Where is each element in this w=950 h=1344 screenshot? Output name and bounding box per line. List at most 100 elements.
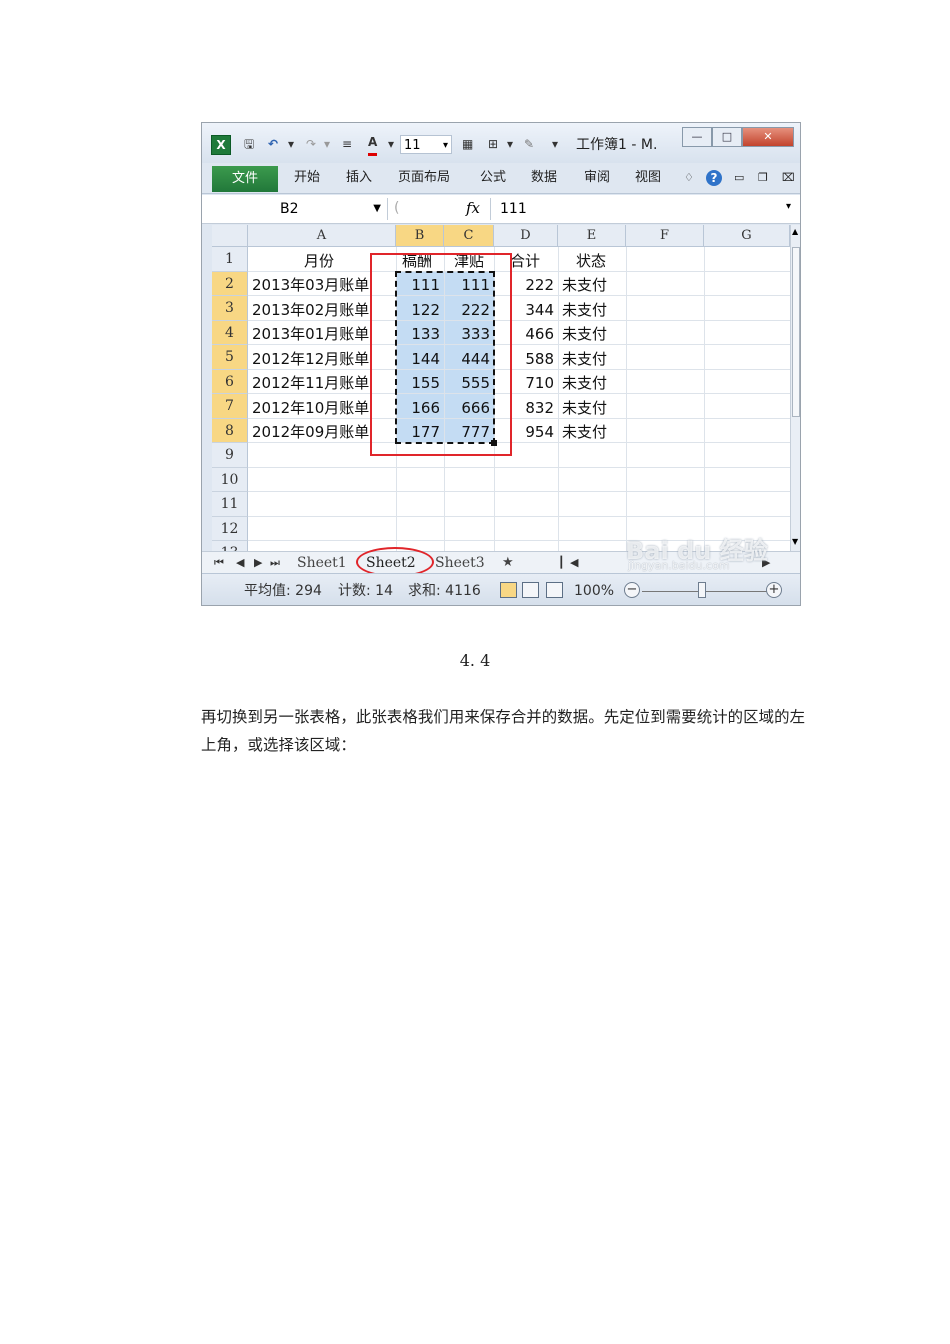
undo-dropdown-icon[interactable]: ▾: [288, 135, 294, 153]
column-header-d[interactable]: D: [494, 225, 558, 247]
name-box[interactable]: B2 ▼: [212, 198, 388, 220]
formula-expand-icon[interactable]: (: [394, 200, 399, 216]
ribbon-restore-icon[interactable]: ❐: [758, 168, 768, 188]
scroll-up-icon[interactable]: ▲: [792, 227, 798, 236]
prev-sheet-icon[interactable]: ◀: [236, 554, 244, 572]
ribbon-close-icon[interactable]: ⌧: [782, 168, 795, 188]
step-description: 再切换到另一张表格，此张表格我们用来保存合并的数据。先定位到需要统计的区域的左上…: [201, 708, 806, 754]
insert-sheet-icon[interactable]: ★: [502, 553, 514, 573]
select-all-corner[interactable]: [212, 225, 248, 247]
sheet-tab-3[interactable]: Sheet3: [435, 553, 485, 573]
cell-status[interactable]: 未支付: [562, 273, 626, 297]
cell-status[interactable]: 未支付: [562, 396, 626, 420]
redo-icon[interactable]: ↷: [306, 135, 316, 153]
zoom-in-button[interactable]: +: [766, 582, 782, 598]
font-size-value: 11: [404, 138, 421, 153]
undo-icon[interactable]: ↶: [268, 135, 278, 153]
column-header-g[interactable]: G: [704, 225, 790, 247]
zoom-out-button[interactable]: −: [624, 582, 640, 598]
ribbon-minimize-icon[interactable]: ▭: [734, 168, 744, 188]
minimize-button[interactable]: —: [682, 127, 712, 147]
border-icon[interactable]: ⊞: [488, 135, 498, 153]
column-header-e[interactable]: E: [558, 225, 626, 247]
tab-home[interactable]: 开始: [294, 168, 320, 188]
row-header-2[interactable]: 2: [212, 271, 248, 296]
gridline: [248, 491, 790, 492]
tab-data[interactable]: 数据: [531, 168, 557, 188]
font-size-field[interactable]: 11 ▾: [400, 135, 452, 154]
row-header-11[interactable]: 11: [212, 492, 248, 517]
formula-bar-expand-icon[interactable]: ▾: [786, 201, 791, 212]
status-sum: 求和: 4116: [408, 583, 481, 599]
first-sheet-icon[interactable]: ⏮: [214, 554, 224, 572]
help-icon[interactable]: ?: [706, 170, 722, 186]
cell-status[interactable]: 未支付: [562, 322, 626, 346]
tab-formulas[interactable]: 公式: [480, 168, 506, 188]
save-icon[interactable]: 🖫: [244, 135, 254, 153]
row-header-12[interactable]: 12: [212, 516, 248, 541]
formula-input[interactable]: 111: [500, 199, 527, 219]
tab-view[interactable]: 视图: [635, 168, 661, 188]
row-header-3[interactable]: 3: [212, 296, 248, 321]
excel-logo-icon: X: [211, 135, 231, 155]
fx-icon[interactable]: fx: [466, 199, 480, 217]
font-color-dropdown-icon[interactable]: ▾: [388, 135, 394, 153]
step-caption: 4. 4: [459, 651, 491, 670]
row-header-13[interactable]: 13: [212, 541, 248, 551]
merge-icon[interactable]: ▦: [462, 135, 473, 153]
header-total[interactable]: 合计: [510, 249, 540, 273]
font-size-dropdown-icon[interactable]: ▾: [443, 136, 448, 155]
customize-qat-icon[interactable]: ▾: [552, 135, 558, 153]
row-header-9[interactable]: 9: [212, 443, 248, 468]
formula-bar: B2 ▼ ( fx 111 ▾: [202, 195, 800, 224]
last-sheet-icon[interactable]: ⏭: [270, 554, 280, 572]
column-header-a[interactable]: A: [248, 225, 396, 247]
cell-status[interactable]: 未支付: [562, 420, 626, 444]
column-header-c[interactable]: C: [444, 225, 494, 247]
row-header-5[interactable]: 5: [212, 345, 248, 370]
zoom-level[interactable]: 100%: [574, 582, 614, 600]
next-sheet-icon[interactable]: ▶: [254, 554, 262, 572]
format-painter-icon[interactable]: ✎: [524, 135, 534, 153]
name-box-dropdown-icon[interactable]: ▼: [373, 198, 381, 220]
row-header-10[interactable]: 10: [212, 467, 248, 492]
cell-status[interactable]: 未支付: [562, 347, 626, 371]
sheet-tab-1[interactable]: Sheet1: [297, 553, 347, 573]
gridline: [704, 247, 705, 551]
tab-review[interactable]: 审阅: [584, 168, 610, 188]
border-dropdown-icon[interactable]: ▾: [507, 135, 513, 153]
gridline: [558, 247, 559, 551]
row-header-7[interactable]: 7: [212, 394, 248, 419]
worksheet-grid[interactable]: A B C D E F G 1 2 3 4 5 6 7 8 9 10 11 12…: [212, 225, 790, 551]
scroll-thumb[interactable]: [792, 247, 800, 417]
status-bar: 平均值: 294 计数: 14 求和: 4116 100% − +: [202, 573, 800, 605]
ribbon-collapse-icon[interactable]: ♢: [684, 168, 694, 188]
zoom-slider-knob[interactable]: [698, 582, 706, 598]
cell-status[interactable]: 未支付: [562, 371, 626, 395]
gridline: [248, 516, 790, 517]
page-layout-view-button[interactable]: [522, 582, 539, 598]
scroll-down-icon[interactable]: ▼: [792, 537, 798, 546]
header-month[interactable]: 月份: [304, 249, 334, 273]
tab-file[interactable]: 文件: [212, 166, 278, 192]
maximize-button[interactable]: □: [712, 127, 742, 147]
normal-view-button[interactable]: [500, 582, 517, 598]
redo-dropdown-icon[interactable]: ▾: [324, 135, 330, 153]
align-icon[interactable]: ≡: [342, 135, 352, 153]
header-status[interactable]: 状态: [576, 249, 606, 273]
close-button[interactable]: ✕: [742, 127, 794, 147]
tab-insert[interactable]: 插入: [346, 168, 372, 188]
cell-status[interactable]: 未支付: [562, 298, 626, 322]
column-header-b[interactable]: B: [396, 225, 444, 247]
hscroll-split-icon[interactable]: ┃: [558, 554, 565, 572]
row-header-8[interactable]: 8: [212, 418, 248, 443]
page-break-view-button[interactable]: [546, 582, 563, 598]
row-header-6[interactable]: 6: [212, 369, 248, 394]
tab-page-layout[interactable]: 页面布局: [398, 168, 450, 188]
vertical-scrollbar[interactable]: ▲ ▼: [790, 225, 800, 553]
row-header-4[interactable]: 4: [212, 320, 248, 345]
hscroll-left-icon[interactable]: ◀: [570, 554, 578, 572]
row-header-1[interactable]: 1: [212, 247, 248, 272]
column-header-f[interactable]: F: [626, 225, 704, 247]
font-color-icon[interactable]: A: [368, 135, 378, 156]
